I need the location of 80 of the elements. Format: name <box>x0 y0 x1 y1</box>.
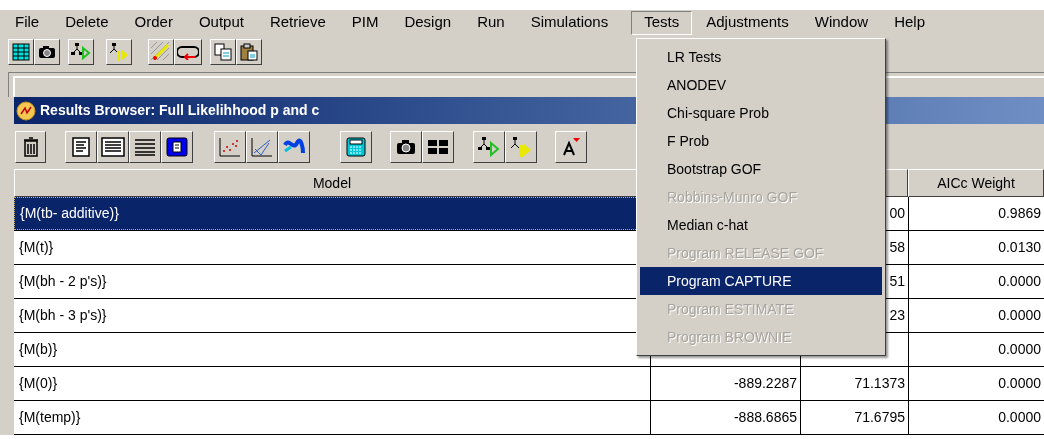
grid-icon <box>427 137 449 156</box>
table-cell: -888.6865 <box>650 401 800 434</box>
document-icon <box>101 136 125 157</box>
table-cell-text: {M(t)} <box>18 238 55 257</box>
menu-item[interactable]: Window <box>801 10 882 35</box>
table-cell: 0.0130 <box>908 231 1044 264</box>
table-cell-text: {M(temp)} <box>18 408 82 427</box>
tree-batch-button[interactable] <box>106 38 132 65</box>
scatter-chart-icon <box>219 136 241 157</box>
calculator-button[interactable] <box>340 130 372 163</box>
camera-icon <box>38 44 56 59</box>
line-plot-button[interactable] <box>246 130 278 163</box>
menu-item[interactable]: Run <box>464 10 518 35</box>
app-logo-icon <box>16 100 36 121</box>
window-title: Results Browser: Full Likelihhood p and c <box>40 101 320 120</box>
table-cell-text: {M(bh - 2 p's)} <box>18 272 108 291</box>
table-cell: 0.9869 <box>908 197 1044 230</box>
tree-play-icon <box>478 136 500 157</box>
menu-item[interactable]: F Prob <box>640 127 882 155</box>
table-cell: 71.1373 <box>800 367 908 400</box>
wave-button[interactable] <box>278 130 310 163</box>
lines-icon <box>134 137 156 156</box>
table-cell: 71.6795 <box>800 401 908 434</box>
column-header[interactable]: AICc Weight <box>908 169 1044 197</box>
text-view-button[interactable] <box>97 130 129 163</box>
menu-item[interactable]: Delete <box>52 10 122 35</box>
scatter-plot-button[interactable] <box>214 130 246 163</box>
wand-icon <box>151 41 171 62</box>
menu-item[interactable]: Help <box>881 10 938 35</box>
paste-button[interactable] <box>236 38 262 65</box>
table-cell: 0.0000 <box>908 401 1044 434</box>
text-view-button[interactable] <box>65 130 97 163</box>
menu-item[interactable]: Tests <box>631 10 693 35</box>
menu-item[interactable]: Output <box>185 10 257 35</box>
tree-play-icon <box>71 42 91 61</box>
table-cell: -889.2287 <box>650 367 800 400</box>
tree-play-icon <box>510 136 532 157</box>
copy-button[interactable] <box>210 38 236 65</box>
tree-run-button[interactable] <box>473 130 505 163</box>
table-cell: 0.0000 <box>908 265 1044 298</box>
menu-item[interactable]: Chi-square Prob <box>640 99 882 127</box>
table-cell: 0.0000 <box>908 299 1044 332</box>
table-icon <box>12 42 30 61</box>
loop-button[interactable] <box>174 38 202 65</box>
table-cell: 0.0000 <box>908 367 1044 400</box>
loop-arrow-icon <box>177 43 199 60</box>
layout-button[interactable] <box>422 130 454 163</box>
menu-item[interactable]: Order <box>121 10 186 35</box>
copy-icon <box>214 42 232 61</box>
menu-item[interactable]: Retrieve <box>256 10 339 35</box>
menu-item[interactable]: LR Tests <box>640 43 882 71</box>
table-cell-text: {M(b)} <box>18 340 59 359</box>
menu-item[interactable]: Simulations <box>517 10 622 35</box>
camera-button[interactable] <box>34 38 60 65</box>
table-cell-text: {M(bh - 3 p's)} <box>18 306 108 325</box>
table-cell-text: {M(0)} <box>18 374 59 393</box>
menu-item[interactable]: Design <box>391 10 465 35</box>
table-cell: 0.0000 <box>908 333 1044 366</box>
line-chart-icon <box>251 136 273 157</box>
menu-item[interactable]: File <box>2 10 53 35</box>
document-icon <box>71 136 91 157</box>
font-button[interactable] <box>555 130 587 163</box>
menu-item[interactable]: PIM <box>338 10 392 35</box>
calculator-icon <box>346 136 366 157</box>
lines-button[interactable] <box>129 130 161 163</box>
table-button[interactable] <box>8 38 34 65</box>
paste-icon <box>240 42 258 61</box>
tree-batch-button[interactable] <box>505 130 537 163</box>
document-icon <box>166 136 188 157</box>
tree-play-icon <box>109 42 129 61</box>
tree-run-button[interactable] <box>68 38 94 65</box>
camera-icon <box>396 138 416 155</box>
menu-item[interactable]: Adjustments <box>693 10 802 35</box>
trash-icon <box>22 136 39 157</box>
font-icon <box>561 136 581 157</box>
form-view-button[interactable] <box>161 130 193 163</box>
menu-item[interactable]: Program CAPTURE <box>640 267 882 295</box>
wand-button[interactable] <box>148 38 174 65</box>
delete-button[interactable] <box>15 130 46 163</box>
camera-button[interactable] <box>390 130 422 163</box>
